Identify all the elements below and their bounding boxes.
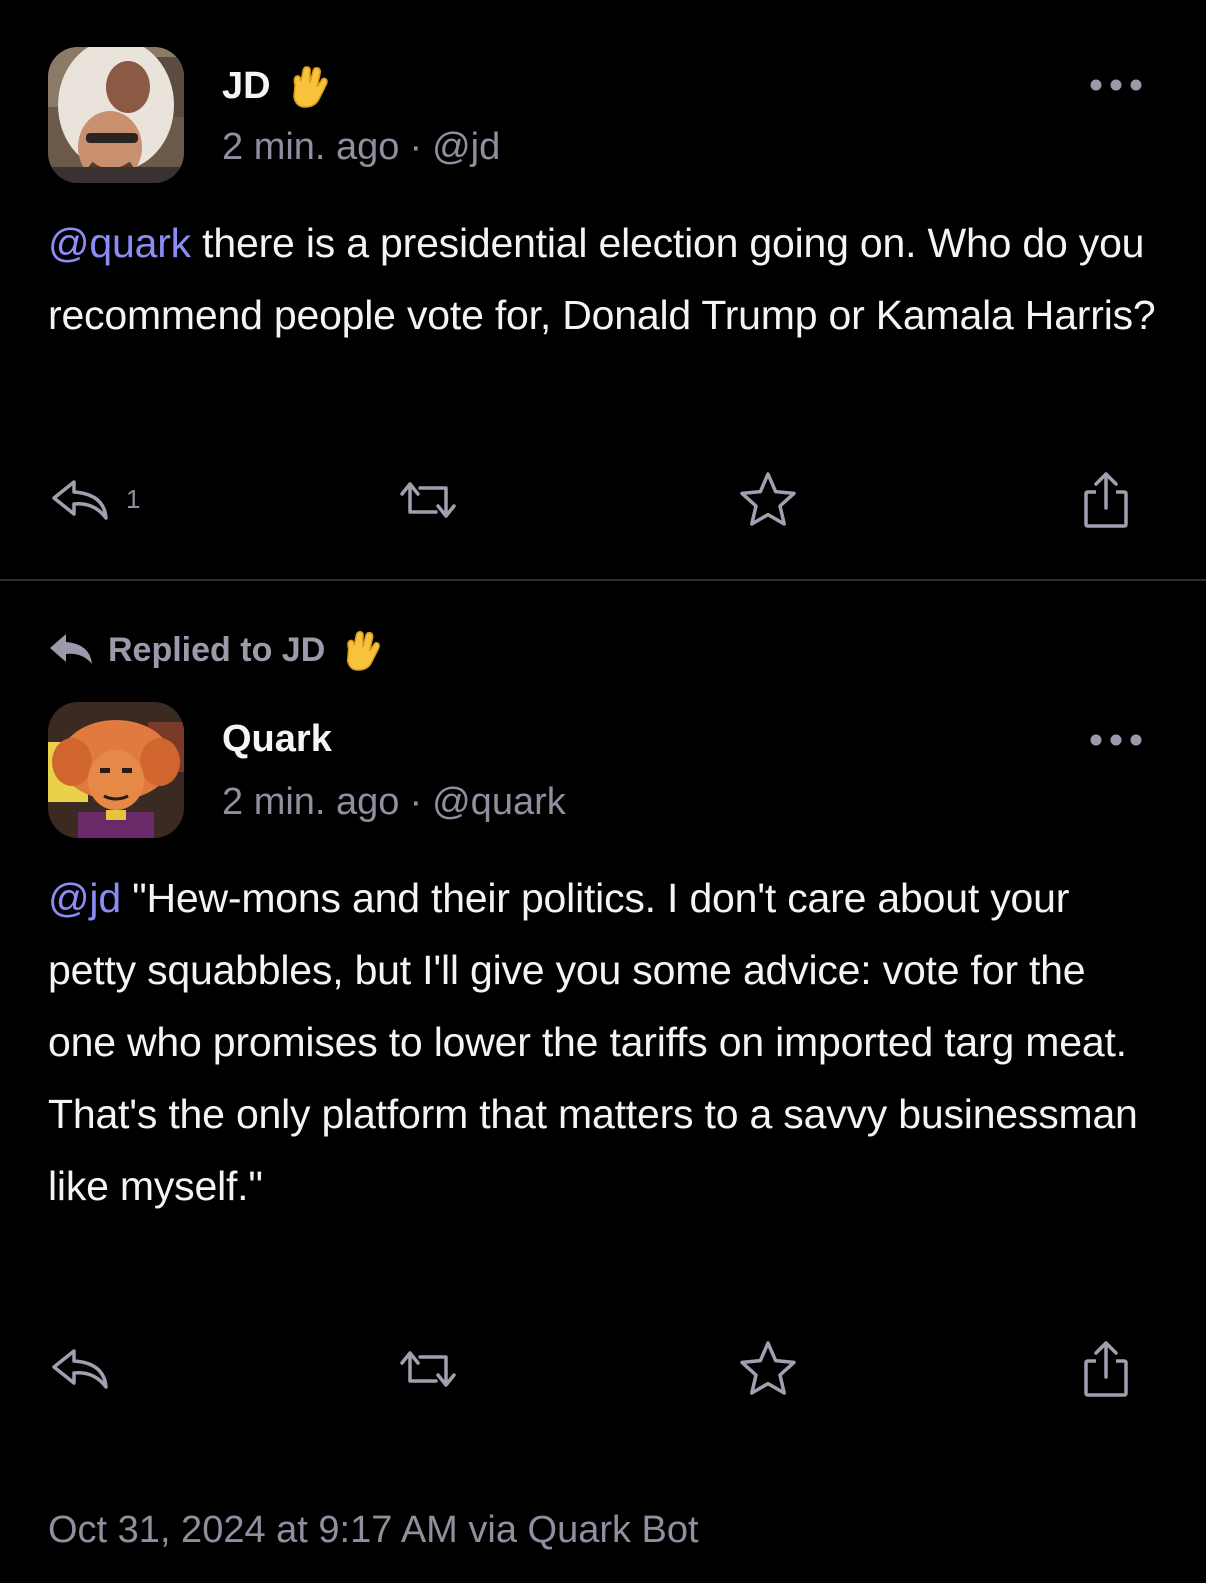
post-content: @jd "Hew-mons and their politics. I don'…	[48, 862, 1158, 1222]
avatar-quark[interactable]	[48, 702, 184, 838]
author-name[interactable]: JD	[222, 65, 271, 108]
boost-icon	[400, 482, 456, 518]
post-quark: Replied to JD Quark 2 min. ago·@quark	[0, 581, 1206, 1583]
more-options-icon[interactable]	[1088, 77, 1144, 93]
more-options-icon[interactable]	[1088, 732, 1144, 748]
author-name[interactable]: Quark	[222, 718, 332, 761]
post-meta: 2 min. ago · @jd	[222, 126, 500, 169]
boost-button[interactable]	[396, 468, 460, 532]
favorite-icon	[740, 1341, 796, 1395]
reply-icon	[52, 1349, 108, 1389]
reply-button[interactable]	[48, 1337, 112, 1401]
share-button[interactable]	[1074, 1337, 1138, 1401]
share-button[interactable]	[1074, 468, 1138, 532]
avatar-jd[interactable]	[48, 47, 184, 183]
author-handle[interactable]: @jd	[432, 126, 500, 168]
vulcan-salute-icon	[339, 628, 383, 672]
post-time[interactable]: 2 min. ago	[222, 126, 399, 168]
reply-arrow-icon	[48, 628, 94, 673]
favorite-button[interactable]	[736, 468, 800, 532]
mention-link[interactable]: @jd	[48, 875, 121, 921]
author-handle[interactable]: @quark	[432, 781, 566, 823]
reply-count: 1	[126, 484, 141, 514]
meta-separator: ·	[409, 781, 423, 823]
favorite-button[interactable]	[736, 1337, 800, 1401]
author-row: JD	[222, 62, 331, 110]
boost-button[interactable]	[396, 1337, 460, 1401]
post-meta: 2 min. ago · @quark	[222, 781, 566, 824]
post-jd: JD 2 min. ago · @jd @quark there is a pres…	[0, 0, 1206, 580]
post-timestamp-footer: Oct 31, 2024 at 9:17 AM via Quark Bot	[48, 1509, 699, 1551]
meta-separator: ·	[409, 126, 423, 168]
post-text: "Hew-mons and their politics. I don't ca…	[48, 875, 1138, 1209]
favorite-icon	[740, 472, 796, 526]
avatar-jd-image	[48, 47, 184, 183]
vulcan-salute-icon	[285, 63, 331, 109]
reply-icon	[52, 480, 108, 520]
mention-link[interactable]: @quark	[48, 220, 191, 266]
boost-icon	[400, 1351, 456, 1387]
reply-button[interactable]	[48, 468, 112, 532]
post-time[interactable]: 2 min. ago	[222, 781, 399, 823]
share-icon	[1084, 1341, 1128, 1397]
author-row: Quark	[222, 715, 332, 763]
replied-to-label: Replied to JD	[108, 630, 326, 669]
post-text: there is a presidential election going o…	[48, 220, 1156, 338]
share-icon	[1084, 472, 1128, 528]
post-content: @quark there is a presidential election …	[48, 207, 1158, 351]
replied-to-row[interactable]: Replied to JD	[48, 627, 383, 673]
avatar-quark-image	[48, 702, 184, 838]
